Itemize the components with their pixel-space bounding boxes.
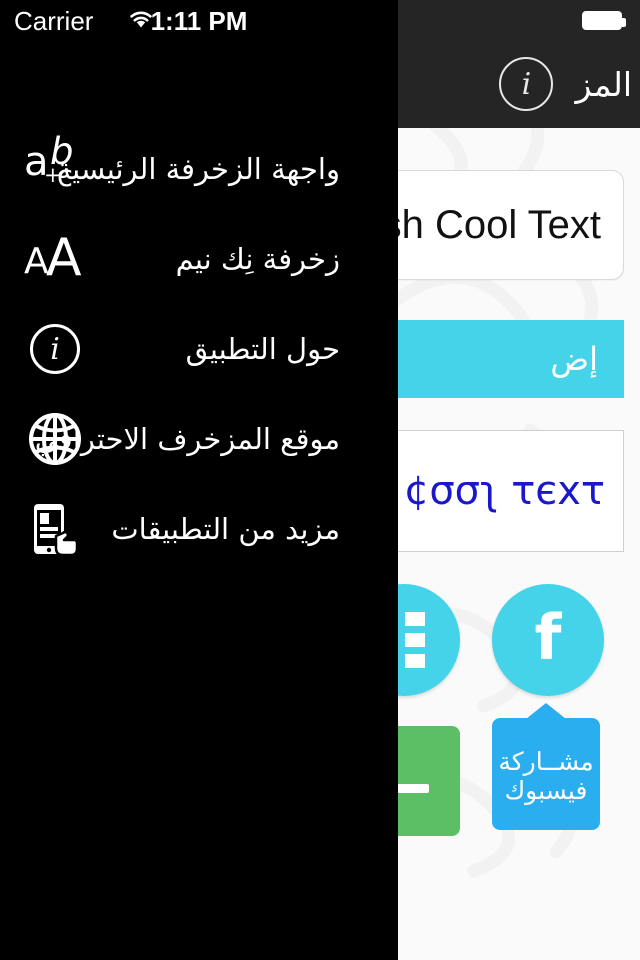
decorate-button-label: إض (550, 340, 598, 378)
facebook-share-tooltip: مشــاركة فيسبوك (492, 718, 600, 830)
aa-typography-icon: AA (24, 228, 82, 288)
abc-plus-icon: a b + c (24, 130, 74, 193)
sidebar-item-about[interactable]: i حول التطبيق (0, 304, 398, 394)
sidebar-item-label: موقع المزخرف الاحترافي (34, 422, 340, 456)
more-apps-phone-tap-icon (24, 498, 86, 560)
facebook-f-icon: f (534, 601, 562, 674)
sidebar-item-main-decoration[interactable]: a b + c واجهة الزخرفة الرئيسية (0, 124, 398, 214)
facebook-share-tooltip-line1: مشــاركة (498, 746, 594, 776)
status-bar: Carrier 1:11 PM (0, 0, 398, 40)
facebook-share-button[interactable]: f (492, 584, 604, 696)
drawer-menu: a b + c واجهة الزخرفة الرئيسية AA زخرفة نِك… (0, 124, 398, 574)
sidebar-item-website[interactable]: موقع المزخرف الاحترافي (0, 394, 398, 484)
sidebar-item-nickname-decoration[interactable]: AA زخرفة نِك نيم (0, 214, 398, 304)
sidebar-item-more-apps[interactable]: مزيد من التطبيقات (0, 484, 398, 574)
battery-full-icon (582, 11, 626, 30)
nav-info-glyph: i (521, 66, 532, 102)
side-drawer: Carrier 1:11 PM a b + c واجهة الزخرفة الرئي… (0, 0, 398, 960)
app-screen: i المز ish Cool Text إض ¢σσʅ τєxτ f مشــ… (0, 0, 640, 960)
page-title: المز (575, 64, 632, 104)
info-circle-icon[interactable]: i (499, 57, 554, 111)
globe-icon (24, 408, 86, 470)
facebook-share-tooltip-line2: فيسبوك (504, 776, 588, 805)
status-bar-time: 1:11 PM (150, 6, 248, 36)
sidebar-item-label: زخرفة نِك نيم (175, 242, 340, 276)
text-input-value: ish Cool Text (372, 202, 601, 247)
sidebar-item-label: حول التطبيق (185, 332, 340, 366)
result-text: ¢σσʅ τєxτ (403, 468, 605, 514)
sidebar-item-label: مزيد من التطبيقات (111, 512, 340, 546)
sidebar-item-label: واجهة الزخرفة الرئيسية (56, 152, 340, 186)
info-circle-icon: i (24, 318, 86, 380)
